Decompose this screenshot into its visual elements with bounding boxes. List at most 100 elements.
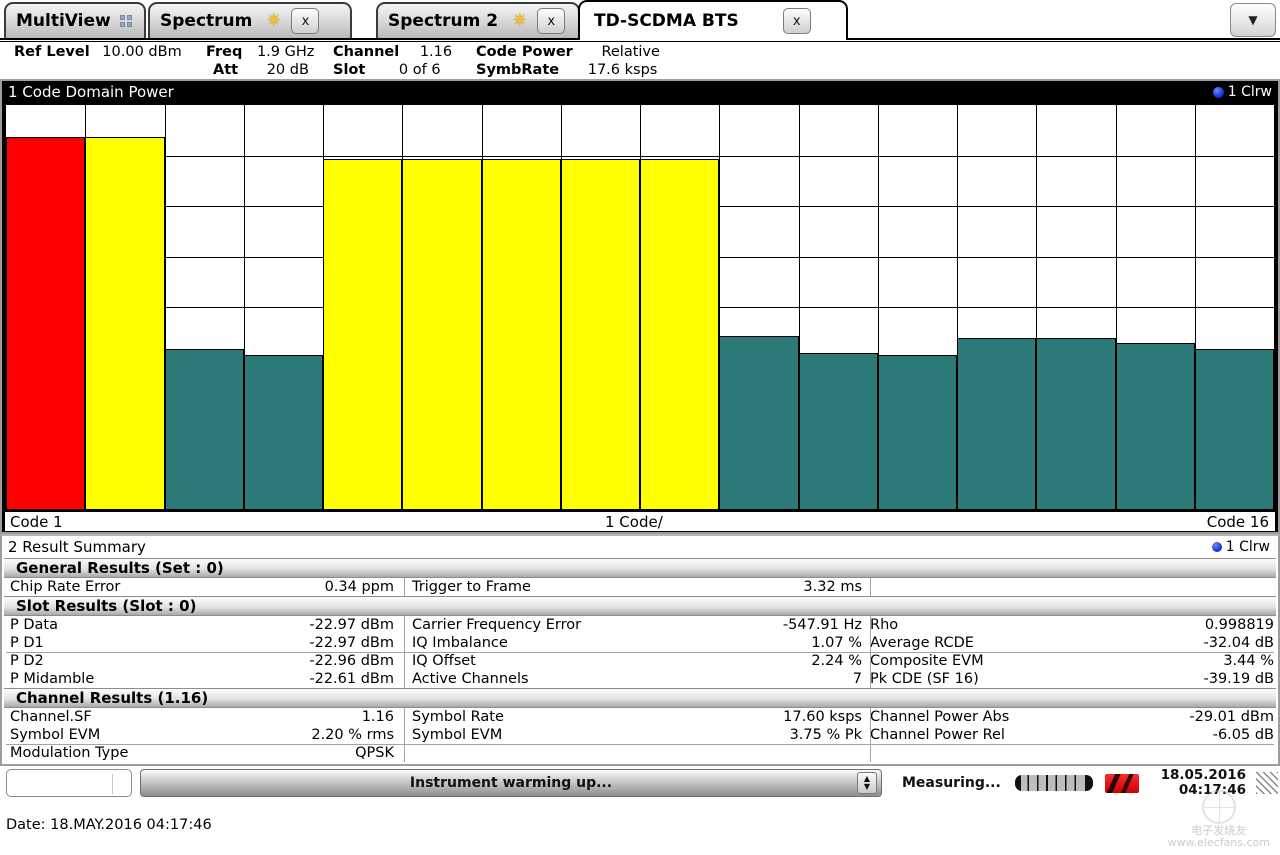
result-value: 3.44 %	[1223, 653, 1274, 669]
watermark-line2: www.elecfans.com	[1167, 836, 1270, 849]
result-row[interactable]: Trigger to Frame 3.32 ms	[412, 578, 862, 596]
tab-td-scdma-bts-close-button[interactable]: x	[782, 8, 811, 34]
lxi-logo-icon	[1104, 773, 1139, 793]
result-value: 1.07 %	[811, 635, 862, 651]
param-symbrate[interactable]: SymbRate 17.6 ksps	[476, 61, 657, 80]
bar-code-15[interactable]	[1116, 343, 1195, 509]
window-b-trace-tag: 1 Clrw	[1211, 536, 1270, 558]
code-domain-power-window[interactable]: 1 Code Domain Power 1 Clrw Code 1 1 Code…	[0, 79, 1280, 534]
result-row[interactable]: Rho 0.998819	[870, 616, 1274, 634]
star-icon: ✷	[266, 10, 282, 31]
tab-spectrum-2[interactable]: Spectrum 2 ✷ x	[376, 2, 580, 38]
result-row[interactable]: IQ Imbalance 1.07 %	[412, 634, 862, 652]
result-name: P D2	[10, 653, 44, 669]
x-axis-left-label: Code 1	[10, 513, 63, 531]
x-axis-center-label: 1 Code/	[605, 513, 663, 531]
status-bar[interactable]: Instrument warming up... ▲ ▼	[140, 769, 882, 797]
result-value: -32.04 dB	[1203, 635, 1274, 651]
bar-code-5[interactable]	[323, 159, 402, 509]
result-row[interactable]: Modulation Type QPSK	[10, 744, 394, 762]
result-name: Chip Rate Error	[10, 579, 121, 595]
tab-spectrum[interactable]: Spectrum ✷ x	[148, 2, 352, 38]
window-a-trace-tag: 1 Clrw	[1212, 81, 1272, 103]
window-a-trace-label: 1 Clrw	[1227, 84, 1272, 100]
result-row[interactable]: IQ Offset 2.24 %	[412, 652, 862, 670]
row-divider	[6, 744, 1274, 745]
result-summary-window[interactable]: 2 Result Summary 1 Clrw General Results …	[0, 534, 1280, 766]
result-row[interactable]: Channel Power Rel -6.05 dB	[870, 726, 1274, 744]
result-name: IQ Imbalance	[412, 635, 508, 651]
chevron-down-icon[interactable]: ▼	[1230, 3, 1276, 37]
tab-td-scdma-bts[interactable]: TD-SCDMA BTS x	[578, 0, 848, 40]
trace-dot-icon	[1212, 86, 1224, 98]
bar-code-6[interactable]	[402, 159, 482, 509]
result-value: 1.16	[361, 709, 394, 725]
result-value: -22.97 dBm	[309, 635, 394, 651]
param-slot[interactable]: Slot 0 of 6	[333, 61, 441, 80]
bar-code-14[interactable]	[1036, 338, 1116, 509]
result-name: Active Channels	[412, 671, 529, 687]
bar-code-11[interactable]	[799, 353, 878, 509]
result-row[interactable]: Active Channels 7	[412, 670, 862, 688]
result-value: 2.20 % rms	[311, 727, 394, 743]
result-value: -22.61 dBm	[309, 671, 394, 687]
param-slot-label: Slot	[333, 62, 366, 78]
result-row[interactable]: Channel Power Abs -29.01 dBm	[870, 708, 1274, 726]
datestamp: Date: 18.MAY.2016 04:17:46	[6, 817, 212, 833]
bar-code-8[interactable]	[561, 159, 640, 509]
softkey-input[interactable]	[6, 769, 132, 797]
bar-code-9[interactable]	[640, 159, 719, 509]
result-name: Carrier Frequency Error	[412, 617, 582, 633]
watermark: 电子发烧友 www.elecfans.com	[1168, 790, 1270, 849]
result-row[interactable]: Carrier Frequency Error -547.91 Hz	[412, 616, 862, 634]
bar-code-1[interactable]	[6, 137, 85, 509]
result-row[interactable]: Composite EVM 3.44 %	[870, 652, 1274, 670]
result-name: Symbol EVM	[10, 727, 101, 743]
bar-code-10[interactable]	[719, 336, 799, 509]
param-channel[interactable]: Channel 1.16	[333, 43, 452, 62]
tab-spectrum-close-button[interactable]: x	[291, 8, 320, 34]
result-row[interactable]: Symbol Rate 17.60 ksps	[412, 708, 862, 726]
bar-code-13[interactable]	[957, 338, 1036, 509]
result-value: 17.60 ksps	[783, 709, 862, 725]
result-row[interactable]: Symbol EVM 2.20 % rms	[10, 726, 394, 744]
param-ref-level[interactable]: Ref Level 10.00 dBm	[14, 43, 182, 62]
bar-code-16[interactable]	[1195, 349, 1274, 509]
bar-code-4[interactable]	[244, 355, 323, 509]
bar-code-7[interactable]	[482, 159, 561, 509]
result-name: Symbol Rate	[412, 709, 504, 725]
updown-spinner-icon[interactable]: ▲ ▼	[857, 772, 877, 794]
result-value: 0.998819	[1204, 617, 1274, 633]
param-freq-label: Freq	[206, 44, 243, 60]
code-domain-power-plot[interactable]	[4, 103, 1276, 511]
param-symbrate-label: SymbRate	[476, 62, 560, 78]
result-name: Trigger to Frame	[412, 579, 531, 595]
param-freq[interactable]: Freq 1.9 GHz	[206, 43, 314, 62]
tab-spectrum-2-close-button[interactable]: x	[537, 8, 566, 34]
bar-code-3[interactable]	[165, 349, 244, 509]
result-row[interactable]: P D2 -22.96 dBm	[10, 652, 394, 670]
grid-icon	[119, 14, 133, 28]
param-symbrate-value: 17.6 ksps	[587, 62, 658, 78]
param-code-power[interactable]: Code Power Relative	[476, 43, 660, 62]
result-value: 0.34 ppm	[324, 579, 394, 595]
tab-multiview[interactable]: MultiView	[4, 2, 146, 38]
section-header: Slot Results (Slot : 0)	[4, 596, 1276, 616]
result-row[interactable]: Channel.SF 1.16	[10, 708, 394, 726]
result-row[interactable]: P Midamble -22.61 dBm	[10, 670, 394, 688]
bar-code-2[interactable]	[85, 137, 165, 509]
param-att[interactable]: Att 20 dB	[213, 61, 309, 80]
param-ref-level-value: 10.00 dBm	[102, 44, 182, 60]
star-icon: ✷	[512, 10, 528, 31]
result-name: Symbol EVM	[412, 727, 503, 743]
result-row[interactable]: P Data -22.97 dBm	[10, 616, 394, 634]
window-b-title: 2 Result Summary	[2, 536, 1278, 558]
row-divider	[6, 652, 1274, 653]
result-row[interactable]: Symbol EVM 3.75 % Pk	[412, 726, 862, 744]
result-row[interactable]: P D1 -22.97 dBm	[10, 634, 394, 652]
result-row[interactable]: Pk CDE (SF 16) -39.19 dB	[870, 670, 1274, 688]
result-row[interactable]: Average RCDE -32.04 dB	[870, 634, 1274, 652]
result-value: -547.91 Hz	[782, 617, 862, 633]
bar-code-12[interactable]	[878, 355, 957, 509]
result-row[interactable]: Chip Rate Error 0.34 ppm	[10, 578, 394, 596]
